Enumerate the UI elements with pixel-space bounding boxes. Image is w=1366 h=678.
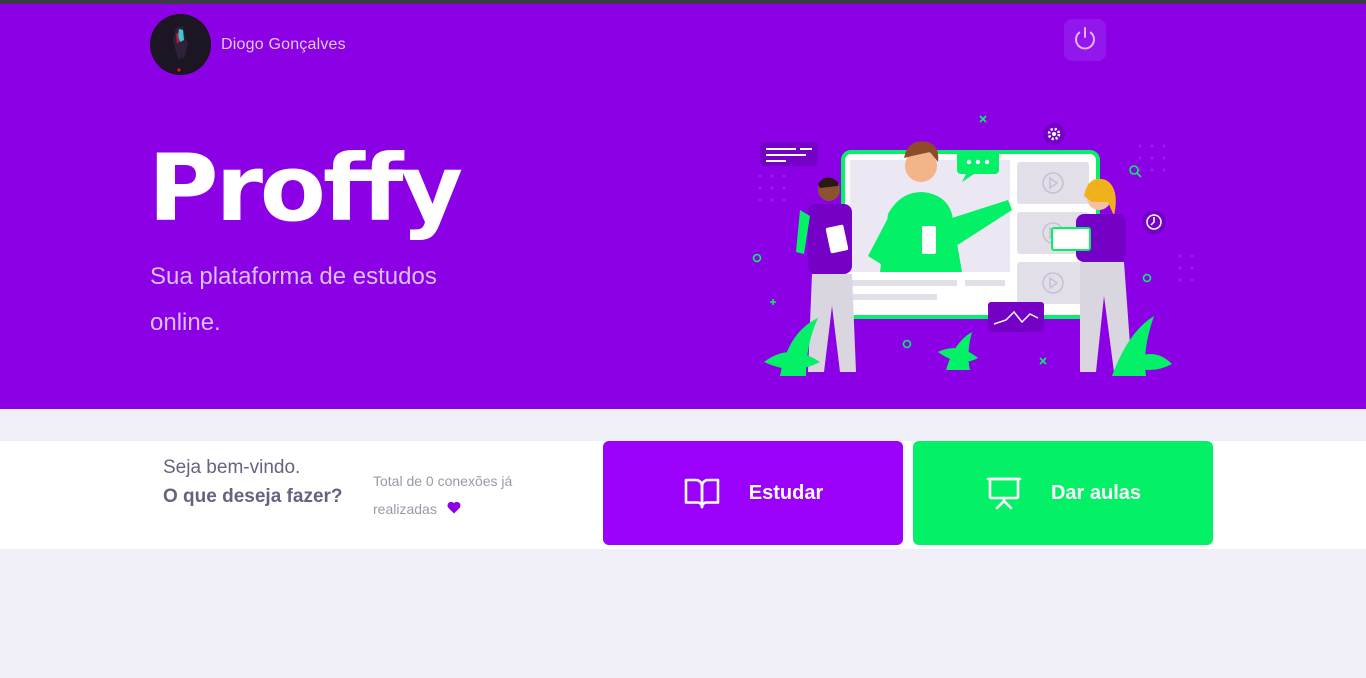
total-connections: Total de 0 conexões já realizadas <box>373 467 563 524</box>
give-classes-label[interactable]: Dar aulas <box>1051 482 1141 505</box>
power-icon <box>1071 24 1099 57</box>
user-name[interactable]: Diogo Gonçalves <box>221 36 346 54</box>
proffy-logo: Proffy <box>148 135 468 242</box>
presentation-board-icon <box>985 474 1023 512</box>
book-open-icon <box>683 474 721 512</box>
logo-text: Proffy <box>148 144 462 242</box>
study-button[interactable]: Estudar <box>603 441 903 545</box>
give-classes-button[interactable]: Dar aulas <box>913 441 1213 545</box>
question-text: O que deseja fazer? <box>163 486 343 507</box>
study-label[interactable]: Estudar <box>749 482 823 505</box>
hero-section: Diogo Gonçalves Proffy Sua plataforma de… <box>0 4 1366 409</box>
landing-illustration <box>740 106 1200 386</box>
tagline: Sua plataforma de estudos online. <box>150 263 437 336</box>
avatar[interactable] <box>150 14 211 75</box>
greeting-text: Seja bem-vindo. <box>163 457 301 478</box>
logout-button[interactable] <box>1064 19 1106 61</box>
user-profile[interactable]: Diogo Gonçalves <box>150 14 346 75</box>
purple-heart-icon <box>443 496 465 524</box>
welcome-message: Seja bem-vindo. O que deseja fazer? <box>163 453 353 511</box>
action-panel: Seja bem-vindo. O que deseja fazer? Tota… <box>0 441 1366 549</box>
